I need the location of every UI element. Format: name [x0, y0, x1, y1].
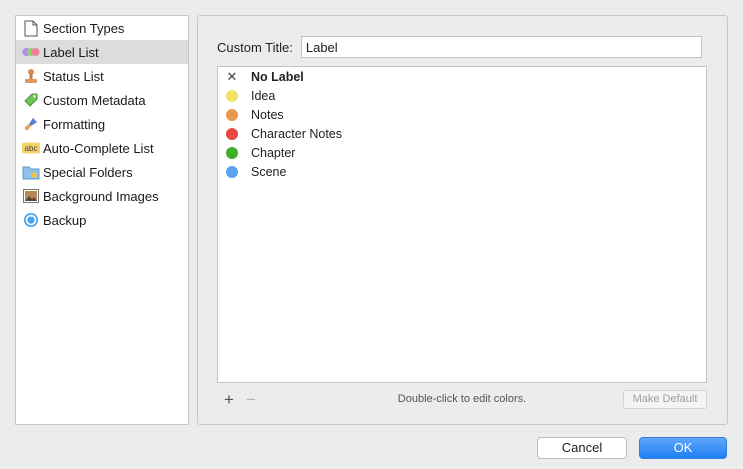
custom-title-label: Custom Title: — [217, 39, 293, 55]
document-icon — [22, 19, 40, 37]
sidebar-item-section-types[interactable]: Section Types — [16, 16, 188, 40]
list-item-label: Notes — [251, 107, 284, 122]
sidebar-item-label: Label List — [43, 44, 99, 60]
sidebar-item-label: Background Images — [43, 188, 159, 204]
list-controls: + − Double-click to edit colors. Make De… — [217, 390, 707, 410]
list-item[interactable]: Chapter — [218, 143, 706, 162]
stamp-icon — [22, 67, 40, 85]
folder-star-icon — [22, 163, 40, 181]
list-item[interactable]: Idea — [218, 86, 706, 105]
sidebar-item-label: Formatting — [43, 116, 106, 132]
sidebar-item-label: Auto-Complete List — [43, 140, 154, 156]
color-swatch-icon[interactable] — [226, 89, 238, 102]
list-item-label: Chapter — [251, 145, 296, 160]
make-default-button[interactable]: Make Default — [623, 390, 707, 409]
sidebar: Section Types Label List Status List Cus… — [15, 15, 189, 425]
svg-text:abc: abc — [24, 144, 37, 153]
list-item[interactable]: Notes — [218, 105, 706, 124]
list-item-label: Scene — [251, 164, 287, 179]
custom-title-row: Custom Title: — [217, 36, 702, 58]
sidebar-item-label: Custom Metadata — [43, 92, 146, 108]
custom-title-input[interactable] — [300, 36, 702, 58]
ok-button[interactable]: OK — [639, 437, 727, 459]
sidebar-item-auto-complete-list[interactable]: abc Auto-Complete List — [16, 136, 188, 160]
list-item-label: No Label — [251, 69, 304, 84]
color-swatch-icon[interactable] — [226, 146, 238, 159]
sidebar-item-backup[interactable]: Backup — [16, 208, 188, 232]
label-list[interactable]: ✕ No Label Idea Notes Character Notes Ch… — [217, 66, 707, 383]
backup-icon — [22, 211, 40, 229]
list-item[interactable]: Character Notes — [218, 124, 706, 143]
no-label-x-icon: ✕ — [226, 69, 238, 84]
list-item-label: Character Notes — [251, 126, 343, 141]
image-icon — [22, 187, 40, 205]
list-item-label: Idea — [251, 88, 276, 103]
preferences-window: Section Types Label List Status List Cus… — [0, 0, 743, 469]
color-swatch-icon[interactable] — [226, 165, 238, 178]
cancel-button[interactable]: Cancel — [537, 437, 627, 459]
sidebar-item-label: Backup — [43, 212, 87, 228]
paintbrush-icon — [22, 115, 40, 133]
sidebar-item-status-list[interactable]: Status List — [16, 64, 188, 88]
sidebar-item-custom-metadata[interactable]: Custom Metadata — [16, 88, 188, 112]
sidebar-item-background-images[interactable]: Background Images — [16, 184, 188, 208]
label-list-panel: Custom Title: ✕ No Label Idea Notes Char… — [197, 15, 728, 425]
sidebar-item-label: Section Types — [43, 20, 125, 36]
list-item[interactable]: Scene — [218, 162, 706, 181]
sidebar-item-label: Special Folders — [43, 164, 133, 180]
tag-icon — [22, 91, 40, 109]
abc-icon: abc — [22, 139, 40, 157]
sidebar-item-special-folders[interactable]: Special Folders — [16, 160, 188, 184]
sidebar-item-formatting[interactable]: Formatting — [16, 112, 188, 136]
list-item-no-label[interactable]: ✕ No Label — [218, 67, 706, 86]
sidebar-item-label-list[interactable]: Label List — [16, 40, 188, 64]
colored-circles-icon — [22, 43, 40, 61]
color-swatch-icon[interactable] — [226, 127, 238, 140]
sidebar-item-label: Status List — [43, 68, 104, 84]
color-swatch-icon[interactable] — [226, 108, 238, 121]
